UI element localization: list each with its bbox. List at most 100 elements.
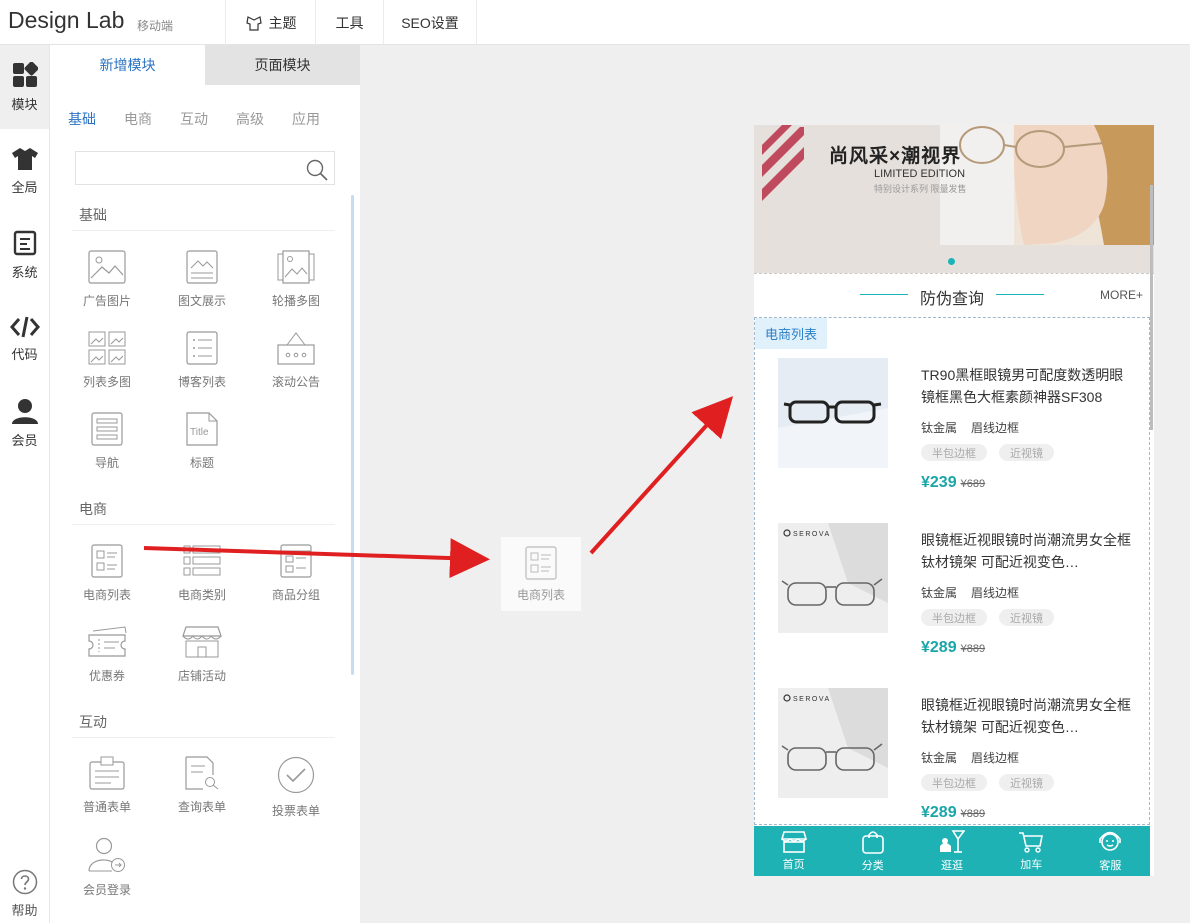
original-price: ¥889: [960, 808, 986, 820]
query-title: 防伪查询: [920, 291, 985, 308]
nav-seo[interactable]: SEO设置: [383, 0, 477, 45]
product-attributes: 钛金属 眉线边框: [921, 751, 1020, 765]
rail-item-member[interactable]: 会员: [0, 381, 49, 465]
product-item[interactable]: SEROVA 眼镜框近视眼镜时尚潮流男女全框钛材镜架 可配近视变色… 钛金属 眉…: [755, 505, 1149, 665]
product-image: SEROVA: [778, 523, 888, 633]
title-line-left: [860, 294, 908, 295]
title-line-right: [996, 294, 1044, 295]
subtab-apps[interactable]: 应用: [292, 109, 320, 129]
product-list-icon: [525, 545, 557, 580]
bottom-nav-category[interactable]: 分类: [833, 826, 912, 876]
product-price: ¥239 ¥689: [921, 474, 985, 492]
subtab-basic[interactable]: 基础: [68, 109, 96, 129]
anti-counterfeit-query: 防伪查询 MORE+: [754, 275, 1154, 315]
modules-icon: [12, 61, 38, 87]
product-attributes: 钛金属 眉线边框: [921, 586, 1020, 600]
subtab-advanced[interactable]: 高级: [236, 109, 264, 129]
category-list-icon: [183, 545, 221, 576]
panel-scrollbar[interactable]: [351, 195, 354, 675]
service-icon: [1099, 831, 1122, 851]
module-query-form[interactable]: 查询表单: [157, 756, 247, 815]
bag-icon: [861, 830, 884, 854]
ecommerce-list-module[interactable]: 电商列表 TR90黑框眼镜男可配度数透明眼镜框黑色大框素颜神器SF308 钛金属…: [754, 317, 1150, 825]
cart-icon: [1019, 831, 1044, 853]
product-list-icon: [91, 544, 123, 578]
module-normal-form[interactable]: 普通表单: [62, 756, 152, 815]
theme-icon: [245, 15, 262, 31]
grid-images-icon: [88, 331, 126, 365]
product-title: 眼镜框近视眼镜时尚潮流男女全框钛材镜架 可配近视变色…: [921, 697, 1131, 735]
bottom-nav-cart[interactable]: 加车: [992, 826, 1071, 876]
model-photo: [959, 125, 1154, 245]
product-tag: 半包边框: [921, 444, 987, 461]
product-tags: 半包边框 近视镜: [921, 609, 1054, 626]
carousel-icon: [277, 250, 315, 284]
svg-text:SEROVA: SEROVA: [793, 696, 831, 703]
nav-tools[interactable]: 工具: [315, 0, 383, 45]
drag-ghost-ecommerce-list[interactable]: 电商列表: [501, 537, 581, 611]
nav-theme[interactable]: 主题: [225, 0, 315, 45]
subtab-interactive[interactable]: 互动: [180, 109, 208, 129]
original-price: ¥689: [960, 478, 986, 490]
rail-item-system[interactable]: 系统: [0, 213, 49, 297]
banner-stripes: [762, 125, 804, 201]
module-product-group[interactable]: 商品分组: [251, 544, 341, 603]
module-category-tabs: 基础 电商 互动 高级 应用: [68, 109, 320, 129]
current-price: ¥289: [921, 639, 957, 656]
svg-text:Title: Title: [190, 427, 209, 438]
section-title-ecommerce: 电商: [79, 501, 107, 517]
section-title-basic: 基础: [79, 207, 107, 223]
nav-list-icon: [91, 412, 123, 446]
product-item[interactable]: TR90黑框眼镜男可配度数透明眼镜框黑色大框素颜神器SF308 钛金属 眉线边框…: [755, 340, 1149, 500]
tab-page-module[interactable]: 页面模块: [205, 45, 360, 85]
module-vote-form[interactable]: 投票表单: [251, 756, 341, 819]
module-blog-list[interactable]: 博客列表: [157, 331, 247, 390]
carousel-banner[interactable]: 尚风采×潮视界 LIMITED EDITION 特别设计系列 限量发售: [754, 125, 1154, 273]
module-ecommerce-category[interactable]: 电商类别: [157, 544, 247, 603]
module-navigation[interactable]: 导航: [62, 412, 152, 471]
rail-item-modules[interactable]: 模块: [0, 45, 49, 129]
product-tag: 近视镜: [999, 609, 1054, 626]
module-member-login[interactable]: 会员登录: [62, 837, 152, 898]
bottom-nav-service[interactable]: 客服: [1071, 826, 1150, 876]
bottom-nav-stroll[interactable]: 逛逛: [912, 826, 991, 876]
module-search-input[interactable]: [76, 152, 296, 184]
query-form-icon: [185, 756, 219, 790]
preview-bottom-nav: 首页 分类 逛逛 加车 客服: [754, 826, 1150, 876]
divider: [72, 230, 335, 231]
tab-add-module[interactable]: 新增模块: [50, 45, 205, 85]
svg-text:SEROVA: SEROVA: [793, 531, 831, 538]
module-carousel[interactable]: 轮播多图: [251, 250, 341, 309]
list-icon: [186, 331, 218, 365]
module-coupon[interactable]: 优惠券: [62, 625, 152, 684]
notice-board-icon: [277, 332, 315, 365]
more-link[interactable]: MORE+: [1100, 288, 1143, 302]
divider: [754, 273, 1154, 274]
module-store-activity[interactable]: 店铺活动: [157, 625, 247, 684]
module-ad-image[interactable]: 广告图片: [62, 250, 152, 309]
product-tags: 半包边框 近视镜: [921, 774, 1054, 791]
rail-item-code[interactable]: 代码: [0, 297, 49, 381]
product-tags: 半包边框 近视镜: [921, 444, 1054, 461]
rail-item-help[interactable]: 帮助: [0, 869, 49, 919]
carousel-indicator[interactable]: [948, 258, 955, 265]
store-icon: [780, 830, 807, 853]
product-item[interactable]: SEROVA 眼镜框近视眼镜时尚潮流男女全框钛材镜架 可配近视变色… 钛金属 眉…: [755, 670, 1149, 830]
module-ecommerce-list[interactable]: 电商列表: [62, 544, 152, 603]
module-title[interactable]: Title 标题: [157, 412, 247, 471]
code-icon: [9, 316, 40, 337]
bottom-nav-home[interactable]: 首页: [754, 826, 833, 876]
search-icon[interactable]: [306, 159, 328, 181]
module-panel: 新增模块 页面模块 基础 电商 互动 高级 应用 基础 广告图片 图文展示 轮播…: [50, 45, 360, 923]
module-scroll-notice[interactable]: 滚动公告: [251, 331, 341, 390]
mobile-toggle[interactable]: 移动端: [137, 17, 900, 155]
original-price: ¥889: [960, 643, 986, 655]
subtab-ecommerce[interactable]: 电商: [124, 109, 152, 129]
rail-item-global[interactable]: 全局: [0, 129, 49, 213]
product-tag: 半包边框: [921, 609, 987, 626]
image-text-icon: [186, 250, 218, 284]
left-rail: 模块 全局 系统 代码 会员 帮助: [0, 45, 50, 923]
module-image-text[interactable]: 图文展示: [157, 250, 247, 309]
module-list-images[interactable]: 列表多图: [62, 331, 152, 390]
check-circle-icon: [277, 756, 315, 794]
